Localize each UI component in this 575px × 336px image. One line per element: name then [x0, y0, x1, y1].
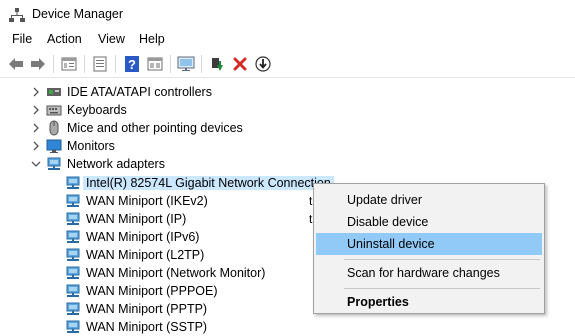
- ctx-label: Properties: [347, 295, 409, 309]
- toolbar-separator: [201, 55, 202, 73]
- tree-label: WAN Miniport (IKEv2): [86, 194, 208, 208]
- chevron-down-icon[interactable]: [30, 158, 42, 170]
- uninstall-icon[interactable]: [231, 55, 249, 73]
- tree-category-monitors[interactable]: Monitors: [0, 137, 575, 155]
- tree-label: Monitors: [67, 139, 115, 153]
- tree-label: WAN Miniport (IP): [86, 212, 187, 226]
- network-adapter-icon: [65, 283, 81, 299]
- ctx-label: Uninstall device: [347, 237, 435, 251]
- ctx-update-driver[interactable]: Update driver: [316, 189, 542, 211]
- chevron-right-icon[interactable]: [30, 140, 42, 152]
- monitor-icon[interactable]: [177, 55, 195, 73]
- network-adapter-icon: [65, 175, 81, 191]
- tree-label: WAN Miniport (IPv6): [86, 230, 200, 244]
- toolbar-separator: [170, 55, 171, 73]
- tree-label: WAN Miniport (PPTP): [86, 302, 208, 316]
- tree-label: WAN Miniport (SSTP): [86, 320, 208, 334]
- ctx-label: Scan for hardware changes: [347, 266, 500, 280]
- menu-action[interactable]: Action: [47, 32, 82, 46]
- download-icon[interactable]: [254, 55, 272, 73]
- toolbar: ?: [0, 50, 575, 78]
- view-icon[interactable]: [146, 55, 164, 73]
- back-arrow-icon[interactable]: [7, 55, 25, 73]
- help-icon[interactable]: ?: [123, 55, 141, 73]
- tree-label: WAN Miniport (Network Monitor): [86, 266, 266, 280]
- title-bar: Device Manager: [0, 0, 575, 30]
- menu-file[interactable]: File: [12, 32, 32, 46]
- network-adapter-icon: [65, 211, 81, 227]
- update-driver-icon[interactable]: [208, 55, 226, 73]
- list-icon[interactable]: [91, 55, 109, 73]
- ctx-properties[interactable]: Properties: [316, 291, 542, 313]
- menu-bar: File Action View Help: [0, 30, 575, 50]
- window-title: Device Manager: [32, 7, 124, 21]
- tree-label: Intel(R) 82574L Gigabit Network Connecti…: [83, 176, 334, 190]
- tree-category-mice[interactable]: Mice and other pointing devices: [0, 119, 575, 137]
- tree-label: Keyboards: [67, 103, 127, 117]
- truncated-text: t: [309, 194, 313, 208]
- chevron-right-icon[interactable]: [30, 122, 42, 134]
- properties-icon[interactable]: [60, 55, 78, 73]
- context-menu: Update driver Disable device Uninstall d…: [313, 183, 545, 314]
- tree-device-wan-sstp[interactable]: WAN Miniport (SSTP): [0, 318, 575, 336]
- ctx-separator: [344, 259, 540, 260]
- network-adapter-icon: [65, 301, 81, 317]
- tree-label: WAN Miniport (L2TP): [86, 248, 205, 262]
- tree-label: WAN Miniport (PPPOE): [86, 284, 218, 298]
- ctx-separator: [344, 288, 540, 289]
- tree-label: Network adapters: [67, 157, 165, 171]
- network-adapter-icon: [65, 193, 81, 209]
- ctx-disable-device[interactable]: Disable device: [316, 211, 542, 233]
- chevron-right-icon[interactable]: [30, 86, 42, 98]
- toolbar-separator: [115, 55, 116, 73]
- network-adapter-icon: [65, 319, 81, 335]
- mouse-icon: [46, 120, 62, 136]
- tree-category-keyboards[interactable]: Keyboards: [0, 101, 575, 119]
- svg-text:?: ?: [128, 57, 136, 72]
- ctx-uninstall-device[interactable]: Uninstall device: [316, 233, 542, 255]
- ide-controller-icon: [46, 84, 62, 100]
- tree-category-ide[interactable]: IDE ATA/ATAPI controllers: [0, 83, 575, 101]
- ctx-label: Update driver: [347, 193, 423, 207]
- forward-arrow-icon[interactable]: [29, 55, 47, 73]
- ctx-label: Disable device: [347, 215, 429, 229]
- tree-label: IDE ATA/ATAPI controllers: [67, 85, 212, 99]
- menu-help[interactable]: Help: [139, 32, 165, 46]
- chevron-right-icon[interactable]: [30, 104, 42, 116]
- network-adapter-icon: [65, 229, 81, 245]
- network-adapter-icon: [46, 156, 62, 172]
- keyboard-icon: [46, 102, 62, 118]
- tree-category-network-adapters[interactable]: Network adapters: [0, 155, 575, 173]
- tree-label: Mice and other pointing devices: [67, 121, 243, 135]
- device-manager-app-icon: [9, 7, 25, 23]
- truncated-text: t: [309, 212, 313, 226]
- monitor-icon: [46, 138, 62, 154]
- menu-view[interactable]: View: [98, 32, 125, 46]
- toolbar-separator: [53, 55, 54, 73]
- network-adapter-icon: [65, 265, 81, 281]
- ctx-scan-hardware[interactable]: Scan for hardware changes: [316, 262, 542, 284]
- network-adapter-icon: [65, 247, 81, 263]
- toolbar-separator: [84, 55, 85, 73]
